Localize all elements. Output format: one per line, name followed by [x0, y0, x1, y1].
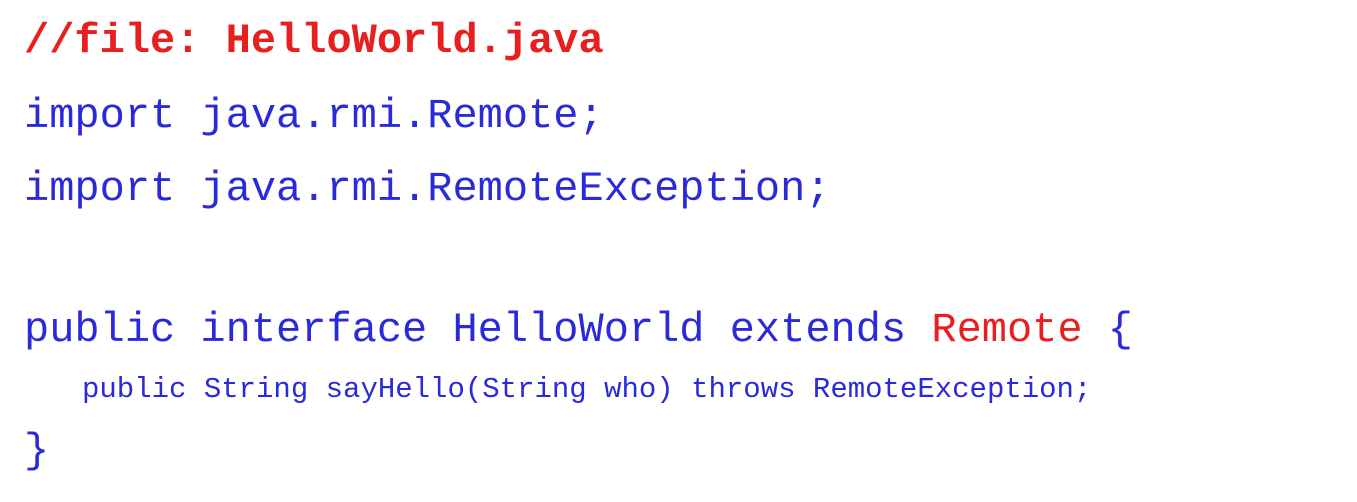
- interface-declaration-line: public interface HelloWorld extends Remo…: [24, 309, 1133, 351]
- import-remote-exception-line: import java.rmi.RemoteException;: [24, 165, 831, 213]
- interface-declaration-prefix: public interface HelloWorld extends: [24, 306, 932, 354]
- file-comment-line: //file: HelloWorld.java: [24, 17, 604, 65]
- import-remote-line: import java.rmi.Remote;: [24, 92, 604, 140]
- say-hello-method-line: public String sayHello(String who) throw…: [82, 373, 1092, 406]
- extends-remote-keyword: Remote: [931, 306, 1083, 354]
- code-listing: //file: HelloWorld.java import java.rmi.…: [0, 0, 1357, 502]
- close-brace-line: }: [24, 427, 50, 475]
- open-brace: {: [1082, 306, 1134, 354]
